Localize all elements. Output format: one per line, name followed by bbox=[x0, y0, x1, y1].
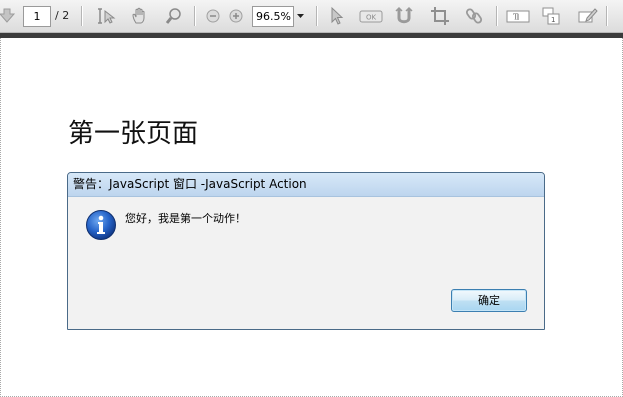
link-tool-icon[interactable] bbox=[463, 5, 485, 27]
toolbar: 1 / 2 96.5% OK T 1 bbox=[0, 0, 623, 33]
info-icon bbox=[85, 209, 117, 241]
dialog-title[interactable]: 警告：JavaScript 窗口 -JavaScript Action bbox=[68, 173, 544, 197]
text-field-icon[interactable]: T bbox=[505, 5, 531, 27]
hand-tool-icon[interactable] bbox=[129, 5, 151, 27]
page-total-label: / 2 bbox=[55, 9, 70, 22]
zoom-level-field[interactable]: 96.5% bbox=[252, 6, 294, 27]
select-arrow-icon[interactable] bbox=[326, 5, 348, 27]
sign-icon[interactable] bbox=[577, 5, 599, 27]
text-select-icon[interactable] bbox=[96, 5, 118, 27]
page-heading: 第一张页面 bbox=[68, 119, 199, 149]
loop-tool-icon[interactable] bbox=[393, 5, 415, 27]
crop-tool-icon[interactable] bbox=[429, 5, 451, 27]
javascript-alert-dialog: 警告：JavaScript 窗口 -JavaScript Action 您好，我… bbox=[67, 172, 545, 330]
page-down-icon[interactable] bbox=[0, 5, 18, 27]
svg-text:1: 1 bbox=[551, 16, 555, 24]
ok-button[interactable]: 确定 bbox=[451, 289, 527, 312]
toolbar-separator bbox=[316, 6, 318, 26]
page-number-input[interactable]: 1 bbox=[23, 6, 51, 27]
zoom-out-icon[interactable] bbox=[202, 5, 224, 27]
ok-button-tool-icon[interactable]: OK bbox=[358, 5, 384, 27]
form-field-icon[interactable]: 1 bbox=[540, 5, 562, 27]
toolbar-separator bbox=[194, 6, 196, 26]
svg-text:OK: OK bbox=[366, 14, 377, 22]
toolbar-separator bbox=[81, 6, 83, 26]
dialog-body: 您好，我是第一个动作！ 确定 bbox=[68, 197, 544, 329]
toolbar-separator bbox=[496, 6, 498, 26]
zoom-tool-icon[interactable] bbox=[163, 5, 185, 27]
zoom-in-icon[interactable] bbox=[225, 5, 247, 27]
chevron-down-icon[interactable] bbox=[295, 10, 305, 22]
toolbar-separator bbox=[606, 6, 608, 26]
dialog-message: 您好，我是第一个动作！ bbox=[125, 212, 246, 225]
